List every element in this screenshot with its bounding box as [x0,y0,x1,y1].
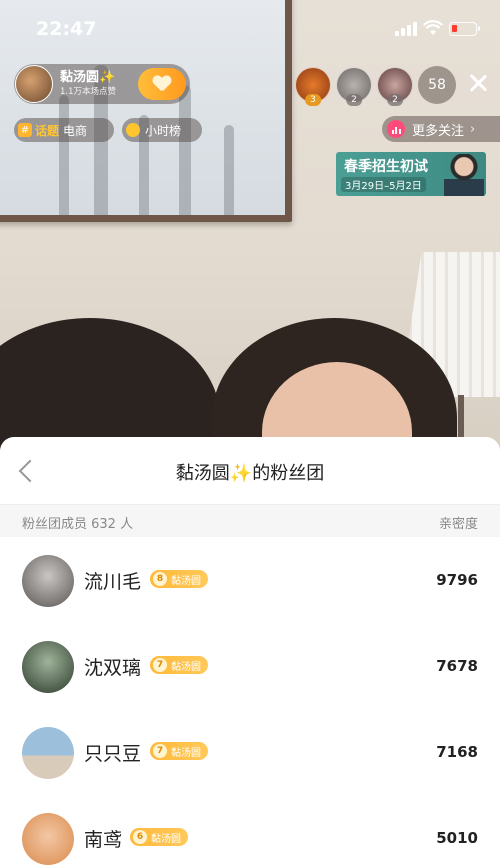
fan-badge-label: 黏汤圆 [171,575,201,587]
member-count: 粉丝团成员 632 人 [22,517,134,532]
rank-icon [126,123,140,137]
avatar[interactable] [22,641,74,693]
chevron-right-icon: › [470,121,476,137]
fan-badge: 8 黏汤圆 [150,570,208,588]
avatar[interactable] [22,555,74,607]
viewer-count[interactable]: 58 [418,66,456,104]
promo-person-image [444,154,484,196]
promo-date: 3月29日–5月2日 [341,177,426,192]
viewer-avatar[interactable]: 2 [336,67,372,106]
host-avatar[interactable] [15,65,53,103]
fan-badge: 7 黏汤圆 [150,656,208,674]
member-name: 沈双璃 [84,657,142,679]
fan-badge: 6 黏汤圆 [130,828,188,846]
fan-badge-label: 黏汤圆 [171,661,201,673]
intimacy-score: 7678 [436,657,478,675]
more-follow-label: 更多关注 [412,123,465,139]
viewer-avatar[interactable]: 2 [377,67,413,106]
list-item[interactable]: 沈双璃 7 黏汤圆 7678 [0,623,500,709]
fan-club-heart-button[interactable] [138,68,186,100]
avatar[interactable] [22,813,74,865]
sparkle-icon: ✨ [229,463,253,484]
host-name: 黏汤圆✨ [60,70,116,85]
signal-icon [395,22,417,36]
hashtag-icon: # [18,123,32,137]
intimacy-label: 亲密度 [438,517,478,532]
promo-banner[interactable]: 春季招生初试 3月29日–5月2日 [336,152,486,196]
viewer-avatar[interactable]: 3 [295,67,331,106]
battery-icon [449,22,480,36]
fan-badge: 7 黏汤圆 [150,742,208,760]
avatar[interactable] [22,727,74,779]
host-pill[interactable]: 黏汤圆✨ 1.1万本场点赞 [14,64,190,104]
intimacy-score: 5010 [436,829,478,847]
wifi-icon [423,20,443,35]
fan-badge-label: 黏汤圆 [171,747,201,759]
member-name: 南鸢 [84,829,123,851]
member-list: 流川毛 8 黏汤圆 9796 沈双璃 7 黏汤圆 7678 只只豆 7 黏汤圆 … [0,537,500,865]
list-item[interactable]: 南鸢 6 黏汤圆 5010 [0,795,500,865]
topic-word: 话题 [35,123,60,138]
level-icon: 7 [153,744,167,758]
level-icon: 7 [153,658,167,672]
viewer-rank: 2 [387,94,403,106]
fan-badge-label: 黏汤圆 [151,833,181,845]
title-suffix: 的粉丝团 [252,463,325,484]
intimacy-score: 7168 [436,743,478,761]
member-name: 流川毛 [84,571,142,593]
status-bar: 22:47 [0,0,500,60]
streamer-left [0,318,220,450]
level-icon: 8 [153,572,167,586]
rank-label: 小时榜 [145,123,182,138]
viewer-rank: 2 [346,94,362,106]
member-name: 只只豆 [84,743,142,765]
clock: 22:47 [36,18,97,40]
intimacy-score: 9796 [436,571,478,589]
heart-icon [153,76,171,92]
viewer-rank: 3 [305,94,321,106]
close-icon[interactable] [464,70,492,98]
host-likes: 1.1万本场点赞 [60,87,117,97]
hourly-rank-chip[interactable]: 小时榜 [122,118,202,142]
level-icon: 6 [133,830,147,844]
sheet-title: 黏汤圆✨的粉丝团 [0,459,500,485]
more-follow-button[interactable]: 更多关注 › [382,116,500,142]
list-item[interactable]: 流川毛 8 黏汤圆 9796 [0,537,500,623]
sheet-header: 黏汤圆✨的粉丝团 [0,437,500,505]
promo-title: 春季招生初试 [344,159,428,175]
members-subheader: 粉丝团成员 632 人 亲密度 [0,505,500,537]
chart-icon [387,120,405,138]
title-host-name: 黏汤圆 [175,463,230,484]
topic-chip[interactable]: # 话题 电商 [14,118,114,142]
fan-club-sheet: 黏汤圆✨的粉丝团 粉丝团成员 632 人 亲密度 流川毛 8 黏汤圆 9796 … [0,437,500,865]
topic-value: 电商 [63,123,88,138]
list-item[interactable]: 只只豆 7 黏汤圆 7168 [0,709,500,795]
